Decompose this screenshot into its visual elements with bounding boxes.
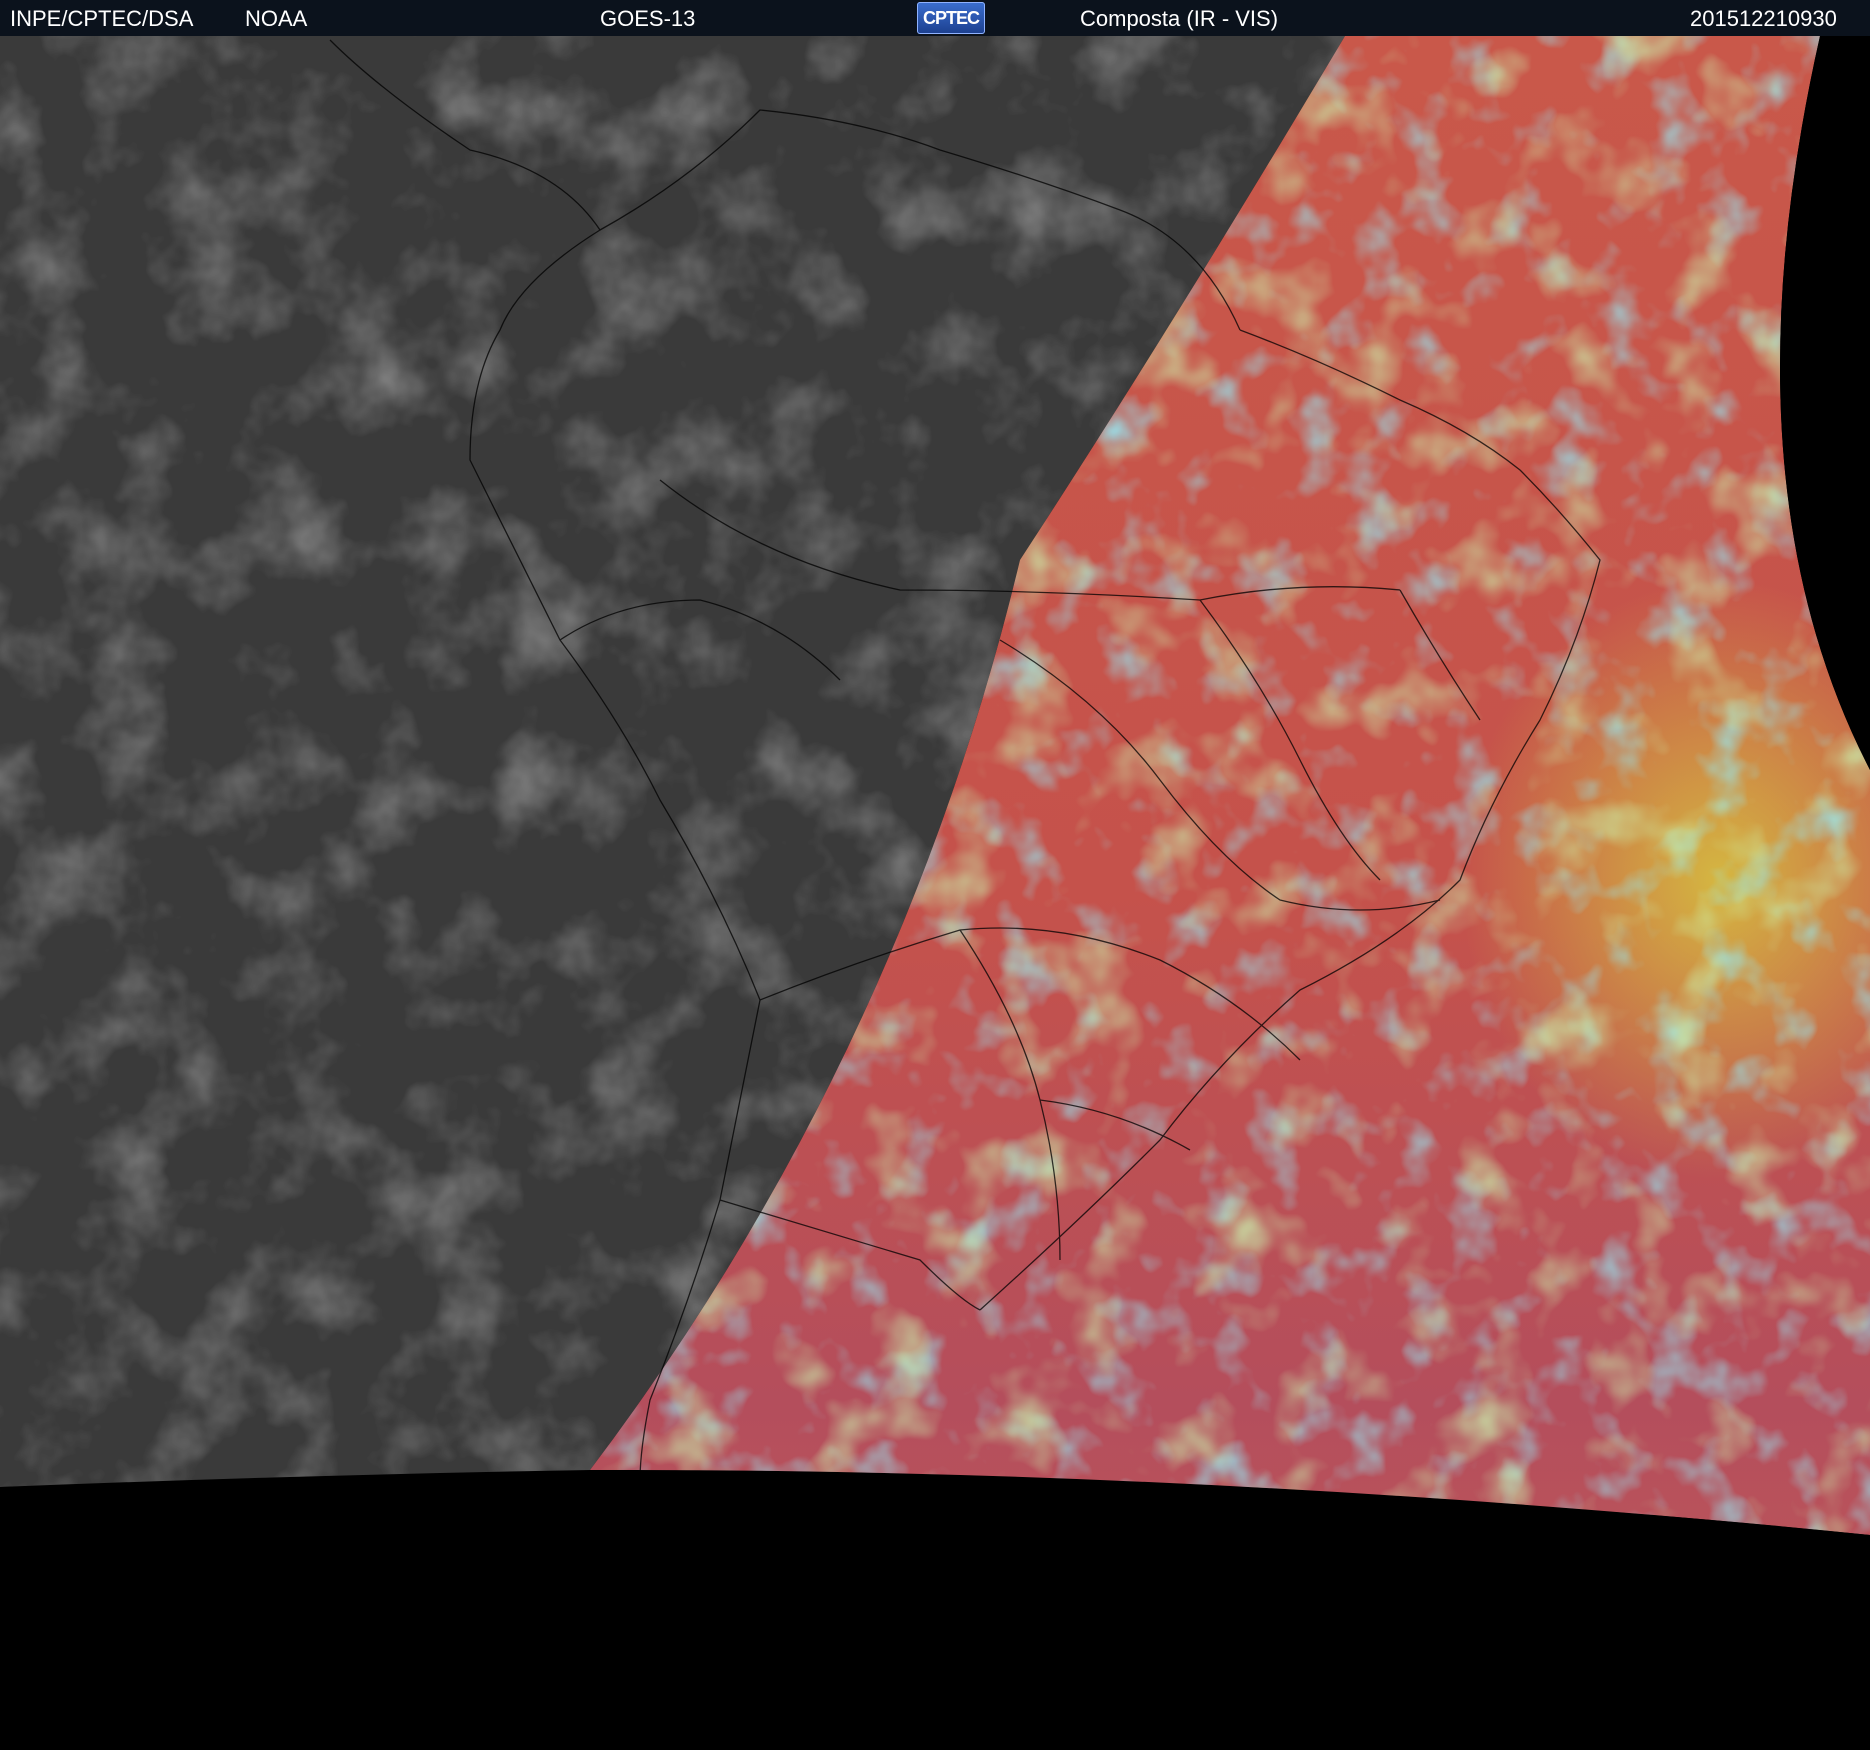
org-label: INPE/CPTEC/DSA — [10, 6, 194, 31]
space-area — [0, 1477, 1870, 1750]
header-bar: INPE/CPTEC/DSA NOAA GOES-13 CPTEC Compos… — [0, 0, 1870, 36]
cptec-logo-icon: CPTEC — [917, 2, 985, 34]
satellite-image — [0, 36, 1870, 1750]
product-label: Composta (IR - VIS) — [1080, 6, 1279, 31]
timestamp-label: 201512210930 — [1690, 6, 1837, 31]
agency-label: NOAA — [245, 6, 308, 31]
logo-text: CPTEC — [922, 7, 980, 28]
satellite-label: GOES-13 — [600, 6, 696, 31]
